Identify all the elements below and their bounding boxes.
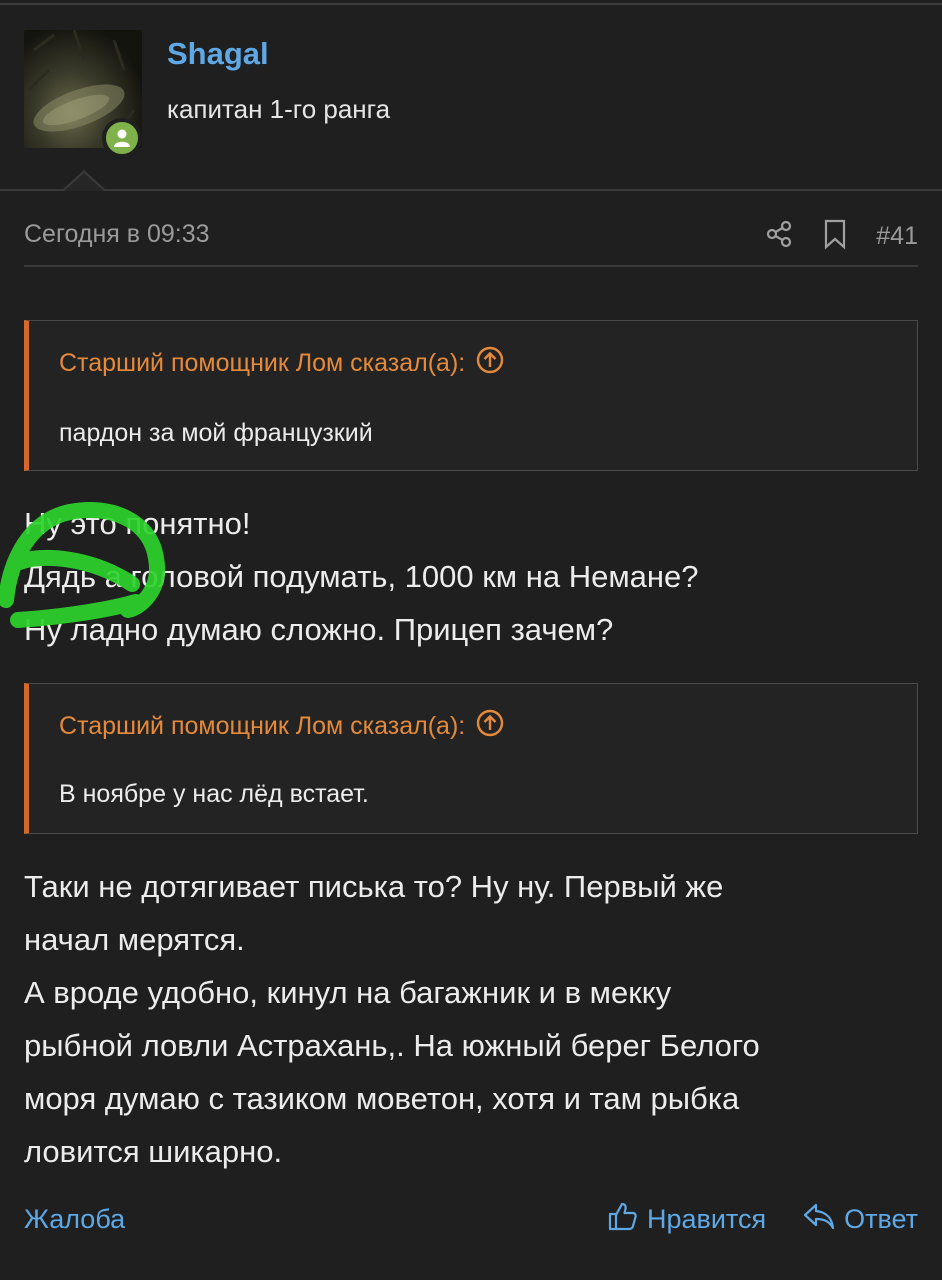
online-status-icon xyxy=(102,118,142,158)
arrow-up-circle-icon[interactable] xyxy=(475,708,505,745)
like-button[interactable]: Нравится xyxy=(607,1200,766,1239)
bookmark-icon[interactable] xyxy=(820,218,850,255)
reply-button[interactable]: Ответ xyxy=(802,1201,918,1238)
author-name[interactable]: Shagal xyxy=(167,36,269,72)
post-line: Ну ладно думаю сложно. Прицеп зачем? xyxy=(24,612,614,647)
author-avatar[interactable] xyxy=(24,30,142,158)
post-line: начал мерятся. xyxy=(24,922,245,957)
post-line: Ну это понятно! xyxy=(24,506,251,541)
author-rank: капитан 1-го ранга xyxy=(167,94,391,124)
like-label: Нравится xyxy=(646,1204,767,1234)
post-paragraph-2: Таки не дотягивает писька то? Ну ну. Пер… xyxy=(24,860,918,1178)
reply-label: Ответ xyxy=(844,1204,918,1234)
quote-author-label: Старший помощник Лом сказал(а): xyxy=(59,349,466,377)
thumbs-up-icon xyxy=(607,1200,639,1239)
post-timestamp[interactable]: Сегодня в 09:33 xyxy=(24,220,210,249)
post-footer: Жалоба Нравится Ответ xyxy=(24,1200,918,1244)
quote-block: Старший помощник Лом сказал(а): В ноябре… xyxy=(24,683,918,834)
report-link[interactable]: Жалоба xyxy=(24,1204,125,1235)
share-icon[interactable] xyxy=(764,219,794,254)
meta-divider xyxy=(24,265,918,267)
reply-arrow-icon xyxy=(802,1201,836,1238)
quote-author-label: Старший помощник Лом сказал(а): xyxy=(59,712,466,740)
quote-author[interactable]: Старший помощник Лом сказал(а): xyxy=(59,345,505,382)
post-paragraph-1: Ну это понятно! Дядь а головой подумать,… xyxy=(24,497,918,656)
top-border xyxy=(0,3,942,5)
post-line: моря думаю с тазиком моветон, хотя и там… xyxy=(24,1081,740,1116)
post-line: Дядь а головой подумать, 1000 км на Нема… xyxy=(24,559,699,594)
post-line: ловится шикарно. xyxy=(24,1134,283,1169)
quote-text: пардон за мой французкий xyxy=(59,419,373,447)
quote-text: В ноябре у нас лёд встает. xyxy=(59,780,369,808)
post-meta-actions: #41 xyxy=(764,218,918,255)
header-caret-inner xyxy=(64,173,104,191)
post-line: Таки не дотягивает писька то? Ну ну. Пер… xyxy=(24,869,724,904)
quote-author[interactable]: Старший помощник Лом сказал(а): xyxy=(59,708,505,745)
post-number[interactable]: #41 xyxy=(876,222,918,251)
post-line: А вроде удобно, кинул на багажник и в ме… xyxy=(24,975,672,1010)
arrow-up-circle-icon[interactable] xyxy=(475,345,505,382)
post-meta: Сегодня в 09:33 #41 xyxy=(24,218,918,258)
quote-block: Старший помощник Лом сказал(а): пардон з… xyxy=(24,320,918,471)
header-divider xyxy=(0,189,942,191)
post-line: рыбной ловли Астрахань,. На южный берег … xyxy=(24,1028,760,1063)
post-actions: Нравится Ответ xyxy=(607,1200,918,1239)
